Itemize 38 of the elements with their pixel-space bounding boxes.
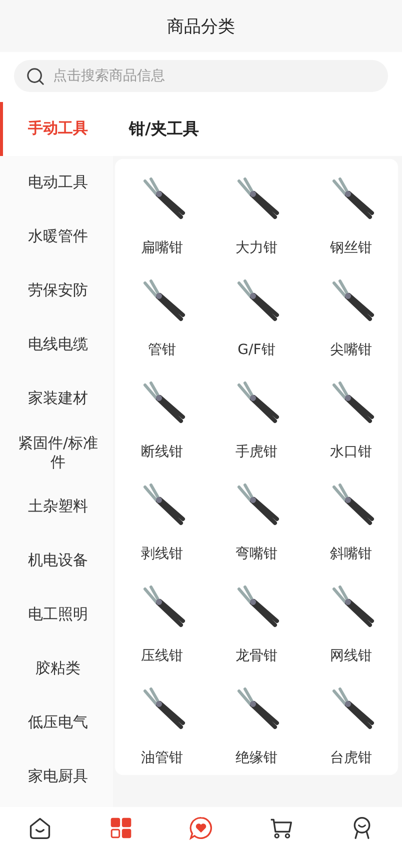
product-name[interactable]: 尖嘴钳 bbox=[330, 341, 372, 359]
product-name[interactable]: 管钳 bbox=[148, 341, 176, 359]
search-field[interactable]: 点击搜索商品信息 bbox=[14, 60, 388, 92]
category-item[interactable]: 手动工具 bbox=[0, 102, 113, 156]
page-title: 商品分类 bbox=[167, 16, 235, 38]
category-item[interactable]: 电线电缆 bbox=[0, 318, 113, 372]
category-item[interactable]: 机电设备 bbox=[0, 534, 113, 588]
product-name[interactable]: 油管钳 bbox=[141, 749, 184, 767]
product-name[interactable]: 绝缘钳 bbox=[235, 749, 278, 767]
product-name[interactable]: G/F钳 bbox=[238, 341, 276, 359]
product-name[interactable]: 断线钳 bbox=[141, 443, 184, 461]
category-item[interactable]: 电工照明 bbox=[0, 588, 113, 642]
section-title: 钳/夹工具 bbox=[129, 118, 199, 140]
category-item[interactable]: 低压电气 bbox=[0, 696, 113, 750]
product-name[interactable]: 手虎钳 bbox=[235, 443, 278, 461]
product-name[interactable]: 台虎钳 bbox=[330, 749, 372, 767]
product-name[interactable]: 大力钳 bbox=[235, 239, 278, 257]
product-name[interactable]: 扁嘴钳 bbox=[141, 239, 184, 257]
chat-heart-icon bbox=[188, 816, 213, 840]
category-item[interactable]: 电动工具 bbox=[0, 156, 113, 210]
product-name[interactable]: 斜嘴钳 bbox=[330, 545, 372, 563]
product-name[interactable]: 水口钳 bbox=[330, 443, 372, 461]
category-item[interactable]: 胶粘类 bbox=[0, 642, 113, 696]
category-item[interactable]: 水暖管件 bbox=[0, 210, 113, 264]
cart-icon bbox=[269, 816, 294, 840]
product-name[interactable]: 剥线钳 bbox=[141, 545, 184, 563]
product-name[interactable]: 压线钳 bbox=[141, 647, 184, 665]
product-name[interactable]: 龙骨钳 bbox=[235, 647, 278, 665]
product-name[interactable]: 网线钳 bbox=[330, 647, 372, 665]
home-icon bbox=[28, 816, 52, 840]
product-name[interactable]: 弯嘴钳 bbox=[235, 545, 278, 563]
category-icon bbox=[108, 816, 133, 840]
category-item[interactable]: 家装建材 bbox=[0, 372, 113, 426]
category-item[interactable]: 紧固件/标准件 bbox=[0, 426, 113, 480]
category-item[interactable]: 劳保安防 bbox=[0, 264, 113, 318]
category-item[interactable]: 家电厨具 bbox=[0, 750, 113, 804]
product-name[interactable]: 钢丝钳 bbox=[330, 239, 372, 257]
category-item[interactable]: 土杂塑料 bbox=[0, 480, 113, 534]
